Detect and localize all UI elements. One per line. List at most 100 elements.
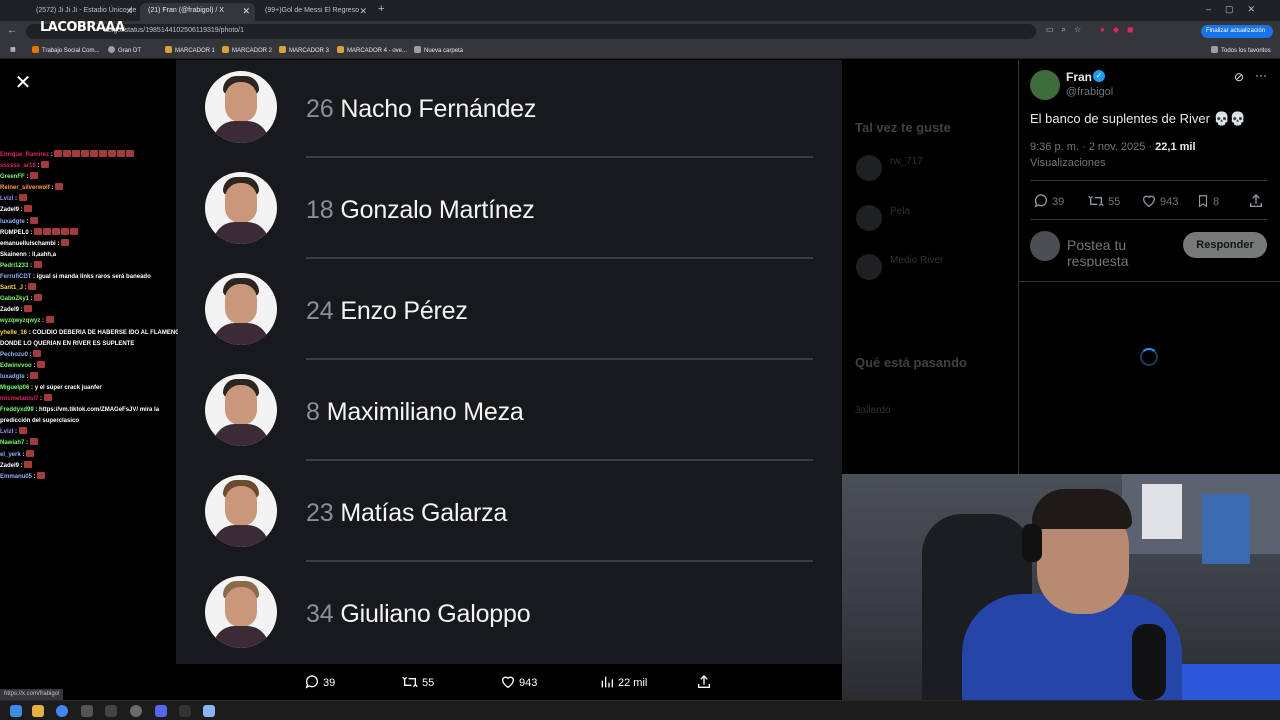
close-icon[interactable]: ✕	[125, 6, 133, 17]
like-button[interactable]: 943	[500, 674, 537, 690]
chat-username[interactable]: Zadel9	[0, 207, 19, 213]
chat-username[interactable]: Zadel9	[0, 463, 19, 469]
chat-username[interactable]: Lvizl	[0, 196, 13, 202]
share-button[interactable]	[696, 674, 715, 690]
chat-username[interactable]: Sant1_J	[0, 285, 23, 291]
emote-icon	[30, 371, 39, 379]
windows-start-icon[interactable]	[10, 705, 22, 717]
app-icon[interactable]	[203, 705, 215, 717]
reply-input[interactable]: Postea tu respuesta	[1067, 237, 1177, 267]
emote-icon	[37, 471, 46, 479]
app-icon[interactable]	[81, 705, 93, 717]
avatar[interactable]	[1030, 70, 1060, 100]
chat-username[interactable]: Nawiah7	[0, 440, 24, 446]
repost-button[interactable]: 55	[401, 674, 434, 690]
chat-username[interactable]: Zadel9	[0, 307, 19, 313]
chat-username[interactable]: Emmanu05	[0, 474, 32, 480]
all-bookmarks[interactable]: Todos los favoritos	[1211, 46, 1271, 54]
back-icon[interactable]: ←	[7, 25, 17, 36]
emote-icon	[43, 227, 52, 235]
chat-message: Zadel9 :	[0, 460, 178, 472]
bookmark-folder[interactable]: Nueva carpeta	[414, 46, 463, 54]
tweet-image[interactable]: 26 Nacho Fernández 18 Gonzalo Martínez 24 E…	[176, 60, 842, 664]
app-icon[interactable]	[179, 705, 191, 717]
chat-username[interactable]: luxadgte	[0, 219, 25, 225]
bookmark-label: MARCADOR 3	[289, 48, 330, 54]
update-button[interactable]: Finalizar actualización	[1201, 25, 1273, 38]
chat-username[interactable]: mtcmetanisl7	[0, 396, 38, 402]
bookmark-label: Nueva carpeta	[424, 48, 464, 54]
reply-submit-button[interactable]: Responder	[1183, 232, 1267, 258]
chat-username[interactable]: emanuelluischambi	[0, 241, 56, 247]
chat-username[interactable]: wyzqwyzqwyz	[0, 318, 40, 324]
chat-username[interactable]: GaboZky1	[0, 296, 29, 302]
chat-username[interactable]: Lvizl	[0, 429, 13, 435]
chat-username[interactable]: Skainenn	[0, 252, 27, 258]
tab-label: (21) Fran (@frabigol) / X	[148, 7, 224, 14]
new-tab-icon[interactable]: +	[378, 3, 384, 15]
chat-username[interactable]: luxadgte	[0, 374, 25, 380]
chat-username[interactable]: FerrufiCDT	[0, 274, 31, 280]
section-title: Tal vez te guste	[855, 120, 951, 135]
app-icon[interactable]	[105, 705, 117, 717]
bookmark-item[interactable]: Gran DT	[108, 46, 141, 54]
chat-username[interactable]: GreenFF	[0, 174, 25, 180]
grok-icon[interactable]: ⊘	[1234, 70, 1244, 84]
author-name[interactable]: Fran	[1066, 70, 1092, 84]
bookmark-item[interactable]: Trabajo Social Com...	[32, 46, 99, 54]
views-button[interactable]: 22 mil	[599, 674, 647, 690]
chat-username[interactable]: Freddyxd99	[0, 407, 34, 413]
apps-icon[interactable]: ▦	[10, 46, 16, 53]
tab-3[interactable]: (99+)Gol de Messi El Regreso ✕	[257, 3, 372, 21]
window-controls[interactable]: –▢✕	[1206, 4, 1269, 15]
player-row: 8 Maximiliano Meza	[176, 363, 842, 464]
bookmark-button[interactable]: 8	[1196, 193, 1219, 209]
repost-button[interactable]: 55	[1087, 193, 1120, 209]
chat-username[interactable]: Enrique_Ramirez	[0, 152, 49, 158]
bookmark-item[interactable]: MARCADOR 4 - ove...	[337, 46, 407, 54]
views-count: 22 mil	[618, 677, 648, 689]
bookmark-label: Todos los favoritos	[1221, 48, 1271, 54]
share-button[interactable]	[1248, 193, 1267, 209]
chat-username[interactable]: Pedri1233	[0, 263, 28, 269]
chat-username[interactable]: Pechozu0	[0, 352, 28, 358]
bookmark-item[interactable]: MARCADOR 3	[279, 46, 329, 54]
chat-username[interactable]: Edwinvvoo	[0, 363, 32, 369]
like-button[interactable]: 943	[1141, 193, 1178, 209]
chat-username[interactable]: RUMPEL0	[0, 230, 29, 236]
webcam-overlay	[842, 474, 1280, 700]
bookmark-item[interactable]: MARCADOR 2	[222, 46, 272, 54]
close-icon[interactable]: ✕	[242, 6, 250, 17]
bookmark-icon	[32, 46, 39, 53]
emote-icon	[117, 150, 126, 157]
reply-button[interactable]: 39	[1033, 193, 1064, 209]
discord-icon[interactable]	[155, 705, 167, 717]
divider	[306, 358, 813, 360]
emote-icon	[37, 360, 46, 368]
reply-button[interactable]: 39	[304, 674, 335, 690]
chat-message: Lvizl :	[0, 427, 178, 438]
player-name: Matías Galarza	[340, 499, 508, 527]
obs-icon[interactable]	[130, 705, 142, 717]
tab-1[interactable]: (2572) Ji Ji Ji - Estadio Único de ✕	[28, 3, 138, 21]
close-icon[interactable]: ✕	[359, 6, 367, 17]
chrome-icon[interactable]	[56, 705, 68, 717]
chat-username[interactable]: ssssss_ar10	[0, 163, 36, 169]
chat-username[interactable]: Miguelp06	[0, 385, 29, 391]
chat-username[interactable]: Reiner_silverwolf	[0, 185, 50, 191]
address-bar[interactable]: abigol/status/1985144102506119319/photo/…	[26, 24, 1036, 39]
player-photo	[205, 475, 277, 547]
timestamp[interactable]: 9:36 p. m. · 2 nov. 2025 ·	[1030, 141, 1155, 153]
extension-icons[interactable]: ●◆◼	[1100, 25, 1142, 34]
author-handle[interactable]: @frabigol	[1066, 86, 1113, 98]
more-icon[interactable]: ···	[1255, 68, 1267, 82]
folder-icon	[414, 46, 421, 53]
chat-username[interactable]: yhelle_16	[0, 330, 27, 336]
file-explorer-icon[interactable]	[32, 705, 44, 717]
tab-2[interactable]: (21) Fran (@frabigol) / X ✕	[140, 3, 255, 21]
toolbar-icons[interactable]: ▭⌕☆	[1046, 25, 1089, 35]
chat-username[interactable]: el_yerk	[0, 452, 21, 458]
bookmark-icon	[222, 46, 229, 53]
bookmark-item[interactable]: MARCADOR 1	[165, 46, 215, 54]
close-viewer-button[interactable]: ✕	[12, 72, 34, 94]
